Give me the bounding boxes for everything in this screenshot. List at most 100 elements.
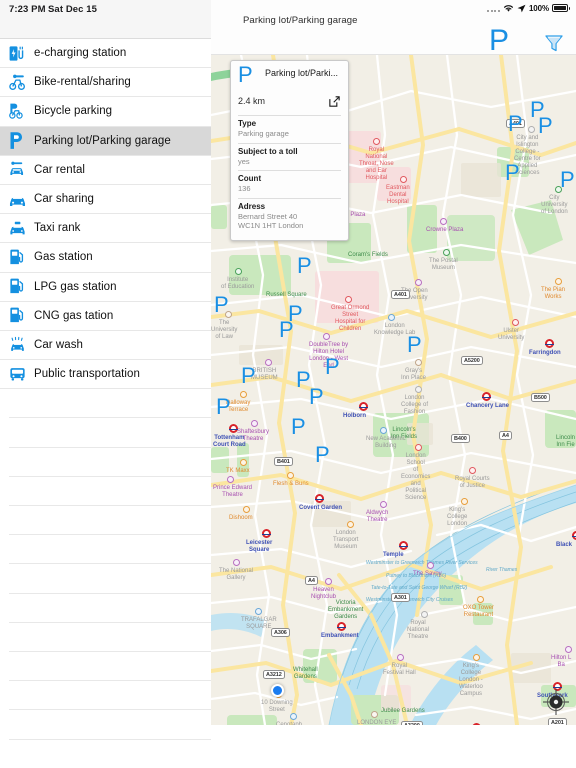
battery-percent: 100% [529, 4, 549, 13]
sidebar-item-taxi-rank[interactable]: Taxi rank [0, 214, 211, 243]
car-wash-icon [0, 330, 34, 359]
map-poi-icon [380, 501, 387, 508]
road-shield: A201 [548, 718, 567, 725]
map-place-label: Ulster University [498, 328, 524, 342]
map-place-label: The National Gallery [219, 568, 253, 582]
map-place-label: New Academic Building [366, 436, 406, 450]
road-shield: A4 [305, 576, 318, 585]
tube-station-icon [482, 392, 491, 401]
car-rental-icon [0, 155, 34, 184]
sidebar-item-label: e-charging station [34, 47, 126, 59]
map-place-label: Farringdon [529, 350, 561, 357]
sidebar-item-gas-station[interactable]: Gas station [0, 243, 211, 272]
map-place-label: Jubilee Gardens [381, 708, 425, 715]
map-poi-icon [565, 646, 572, 653]
map-poi-icon [240, 459, 247, 466]
callout-field-key: Type [238, 119, 341, 129]
map-place-label: Cenotaph [276, 722, 302, 725]
sidebar-item-bicycle-parking[interactable]: Bicycle parking [0, 97, 211, 126]
map-place-label: Victoria Embankment Gardens [328, 600, 363, 621]
callout-field-value: Bernard Street 40 WC1N 1HT London [238, 212, 341, 231]
map-poi-icon [469, 467, 476, 474]
map-poi-icon [528, 126, 535, 133]
map-place-label: Leicester Square [246, 540, 272, 554]
parking-marker[interactable]: P [560, 169, 575, 191]
map-poi-icon [325, 578, 332, 585]
sidebar-item-car-rental[interactable]: Car rental [0, 156, 211, 185]
map-place-label: Covent Garden [299, 505, 342, 512]
fuel-pump-icon [0, 301, 34, 330]
map-poi-icon [415, 386, 422, 393]
sidebar-item-car-wash[interactable]: Car wash [0, 331, 211, 360]
callout-field: AdressBernard Street 40 WC1N 1HT London [238, 198, 341, 235]
callout-title: Parking lot/Parki... [265, 68, 344, 78]
filter-funnel-icon[interactable] [542, 31, 566, 55]
list-item-empty [0, 535, 211, 564]
callout-field-value: yes [238, 157, 341, 167]
map-place-label: City University of London [541, 195, 568, 216]
map-place-label: Great Ormond Street Hospital for Childre… [331, 305, 369, 333]
status-bar-left: 7:23 PM Sat Dec 15 [0, 0, 211, 38]
sidebar-item-public-transportation[interactable]: Public transportation [0, 360, 211, 389]
map-poi-icon [251, 420, 258, 427]
map-place-label: The Postal Museum [429, 258, 458, 272]
map-place-label: Royal Courts of Justice [455, 476, 490, 490]
external-link-icon[interactable] [328, 95, 341, 108]
parking-marker[interactable]: P [241, 365, 256, 387]
parking-marker[interactable]: P [291, 416, 306, 438]
sidebar-item-cng-gas-tation[interactable]: CNG gas tation [0, 302, 211, 331]
map-canvas[interactable]: Russell SquareRussell SquareGreat Ormond… [211, 55, 576, 725]
map-place-label: Westminster to Greenwich Thames River Se… [366, 560, 478, 567]
place-callout[interactable]: P Parking lot/Parki... 2.4 km TypeParkin… [230, 60, 349, 241]
parking-marker[interactable]: P [505, 162, 520, 184]
sidebar-item-car-sharing[interactable]: Car sharing [0, 185, 211, 214]
map-poi-icon [461, 498, 468, 505]
parking-marker[interactable]: P [325, 356, 340, 378]
map-place-label: Russell Square [266, 292, 307, 299]
callout-field-key: Adress [238, 202, 341, 212]
parking-marker[interactable]: P [297, 255, 312, 277]
list-item-empty [0, 477, 211, 506]
map-place-label: OXO Tower Restaurant [463, 605, 494, 619]
map-place-label: The Pian Works [541, 287, 565, 301]
parking-marker[interactable]: P [216, 396, 231, 418]
sidebar-item-label: CNG gas tation [34, 310, 113, 322]
map-place-label: The University of Law [211, 320, 237, 341]
list-item-empty [0, 594, 211, 623]
tube-station-icon [262, 529, 271, 538]
parking-marker[interactable]: P [309, 386, 324, 408]
category-list: e-charging station Bike-rental/sharing B… [0, 39, 211, 768]
parking-marker[interactable]: P [530, 99, 545, 121]
list-item-empty [0, 652, 211, 681]
parking-marker[interactable]: P [315, 444, 330, 466]
map-poi-icon [555, 278, 562, 285]
map-poi-icon [415, 279, 422, 286]
bicycle-parking-icon [0, 97, 34, 126]
tube-station-icon [337, 622, 346, 631]
map-place-label: Embankment [321, 633, 359, 640]
callout-subheader: 2.4 km [231, 95, 348, 115]
map-place-label: Flesh & Buns [273, 481, 309, 488]
map-place-label: Black [556, 542, 572, 549]
road-shield: A306 [271, 628, 290, 637]
parking-marker[interactable]: P [508, 113, 523, 135]
list-item-empty [0, 448, 211, 477]
road-shield: A401 [391, 290, 410, 299]
tube-station-icon [399, 541, 408, 550]
callout-fields: TypeParking garageSubject to a tollyesCo… [231, 115, 348, 235]
compass-crosshair-icon[interactable] [543, 689, 569, 715]
map-place-label: Chancery Lane [466, 403, 509, 410]
sidebar-item-bike-rental-sharing[interactable]: Bike-rental/sharing [0, 68, 211, 97]
list-item-empty [0, 418, 211, 447]
map-place-label: Crowne Plaza [426, 227, 463, 234]
callout-field: Count136 [238, 170, 341, 198]
road-shield: A3200 [401, 721, 423, 725]
parking-marker[interactable]: P [407, 334, 422, 356]
sidebar-item-lpg-gas-station[interactable]: LPG gas station [0, 273, 211, 302]
sidebar-item-e-charging-station[interactable]: e-charging station [0, 39, 211, 68]
sidebar-item-parking-lot-parking-garage[interactable]: Parking lot/Parking garage [0, 127, 211, 156]
parking-marker[interactable]: P [279, 319, 294, 341]
map-poi-icon [290, 713, 297, 720]
map-place-label: London School of Economics and Political… [401, 453, 430, 502]
user-location-dot [271, 684, 284, 697]
